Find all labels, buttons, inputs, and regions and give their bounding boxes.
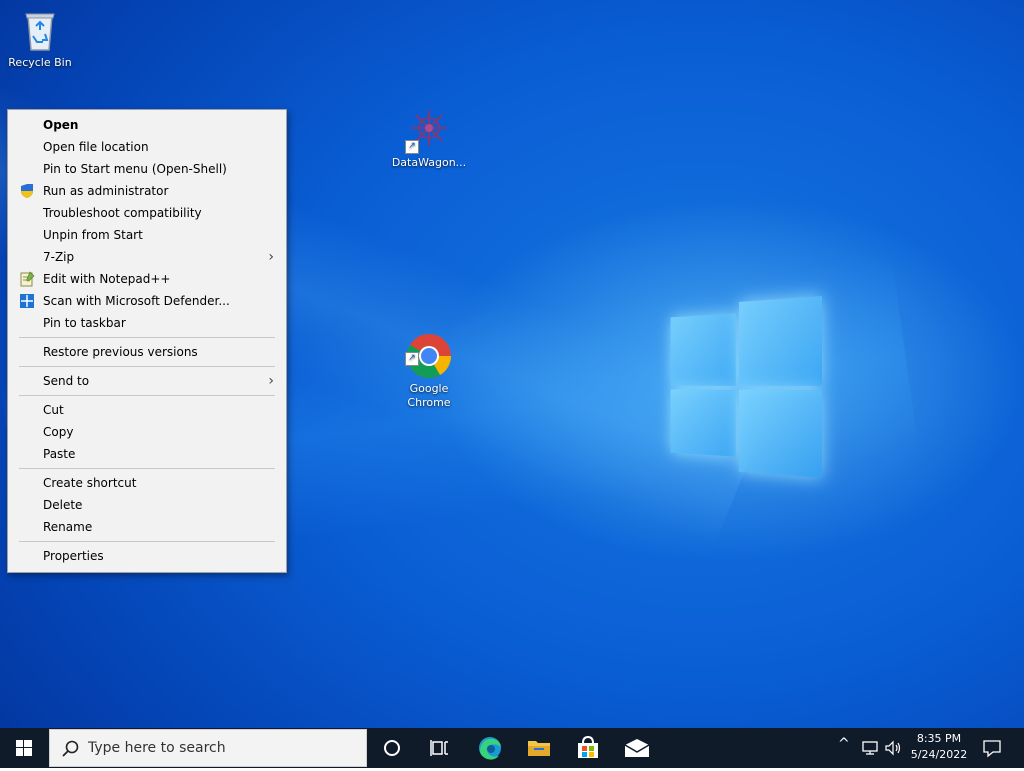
menu-item-label: 7-Zip bbox=[43, 250, 75, 264]
menu-item-rename[interactable]: Rename bbox=[8, 516, 286, 538]
task-view-icon bbox=[430, 740, 448, 756]
menu-item-label: Properties bbox=[43, 549, 104, 563]
desktop-icon-recycle-bin[interactable]: Recycle Bin bbox=[0, 6, 80, 70]
shield-icon bbox=[19, 183, 35, 199]
taskbar: Type here to search ^ 8:35 PM 5/24/2022 bbox=[0, 728, 1024, 768]
menu-separator bbox=[19, 395, 275, 396]
desktop-icon-label: Google Chrome bbox=[407, 382, 451, 409]
menu-item-label: Open file location bbox=[43, 140, 149, 154]
menu-item-open-file-location[interactable]: Open file location bbox=[8, 136, 286, 158]
menu-item-restore-previous-versions[interactable]: Restore previous versions bbox=[8, 341, 286, 363]
defender-icon bbox=[19, 293, 35, 309]
windows-logo-wallpaper bbox=[670, 290, 822, 480]
menu-item-properties[interactable]: Properties bbox=[8, 545, 286, 567]
context-menu: Open Open file location Pin to Start men… bbox=[7, 109, 287, 573]
cortana-icon bbox=[384, 740, 400, 756]
desktop-icon-datawagon[interactable]: ↗ DataWagon... bbox=[389, 106, 469, 170]
menu-item-label: Open bbox=[43, 118, 79, 132]
submenu-arrow-icon: › bbox=[268, 373, 274, 389]
notepad-plus-plus-icon bbox=[19, 271, 35, 287]
menu-item-unpin-from-start[interactable]: Unpin from Start bbox=[8, 224, 286, 246]
menu-item-open[interactable]: Open bbox=[8, 114, 286, 136]
start-button[interactable] bbox=[0, 728, 48, 768]
clock-date: 5/24/2022 bbox=[910, 748, 968, 761]
menu-item-pin-to-taskbar[interactable]: Pin to taskbar bbox=[8, 312, 286, 334]
submenu-arrow-icon: › bbox=[268, 249, 274, 265]
show-hidden-icons-button[interactable]: ^ bbox=[838, 736, 850, 752]
network-icon[interactable] bbox=[862, 739, 880, 760]
shortcut-arrow-icon: ↗ bbox=[405, 352, 419, 366]
search-icon bbox=[62, 740, 79, 757]
menu-item-label: Unpin from Start bbox=[43, 228, 143, 242]
windows-start-icon bbox=[16, 740, 32, 756]
shortcut-arrow-icon: ↗ bbox=[405, 140, 419, 154]
menu-item-7zip[interactable]: 7-Zip › bbox=[8, 246, 286, 268]
menu-item-label: Troubleshoot compatibility bbox=[43, 206, 202, 220]
menu-item-label: Cut bbox=[43, 403, 64, 417]
taskbar-search-box[interactable]: Type here to search bbox=[49, 729, 367, 767]
menu-item-copy[interactable]: Copy bbox=[8, 421, 286, 443]
menu-item-label: Edit with Notepad++ bbox=[43, 272, 171, 286]
datawagon-icon: ↗ bbox=[405, 106, 453, 154]
recycle-bin-icon bbox=[16, 6, 64, 54]
menu-separator bbox=[19, 541, 275, 542]
menu-item-delete[interactable]: Delete bbox=[8, 494, 286, 516]
menu-item-scan-with-defender[interactable]: Scan with Microsoft Defender... bbox=[8, 290, 286, 312]
menu-item-label: Run as administrator bbox=[43, 184, 169, 198]
menu-item-troubleshoot-compatibility[interactable]: Troubleshoot compatibility bbox=[8, 202, 286, 224]
menu-item-send-to[interactable]: Send to › bbox=[8, 370, 286, 392]
menu-item-label: Paste bbox=[43, 447, 76, 461]
search-placeholder: Type here to search bbox=[88, 740, 226, 756]
mail-button[interactable] bbox=[613, 728, 661, 768]
menu-item-paste[interactable]: Paste bbox=[8, 443, 286, 465]
menu-item-cut[interactable]: Cut bbox=[8, 399, 286, 421]
menu-item-label: Scan with Microsoft Defender... bbox=[43, 294, 230, 308]
edge-button[interactable] bbox=[466, 728, 514, 768]
desktop-icon-label: DataWagon... bbox=[391, 156, 467, 169]
menu-item-run-as-administrator[interactable]: Run as administrator bbox=[8, 180, 286, 202]
store-button[interactable] bbox=[564, 728, 612, 768]
file-explorer-icon bbox=[528, 741, 550, 756]
menu-item-create-shortcut[interactable]: Create shortcut bbox=[8, 472, 286, 494]
menu-item-label: Pin to Start menu (Open-Shell) bbox=[43, 162, 227, 176]
menu-item-label: Delete bbox=[43, 498, 83, 512]
volume-icon[interactable] bbox=[884, 739, 904, 760]
menu-item-label: Copy bbox=[43, 425, 74, 439]
menu-item-label: Send to bbox=[43, 374, 90, 388]
menu-item-label: Create shortcut bbox=[43, 476, 137, 490]
file-explorer-button[interactable] bbox=[515, 728, 563, 768]
menu-separator bbox=[19, 468, 275, 469]
chrome-icon: ↗ bbox=[405, 318, 453, 378]
desktop-icon-chrome[interactable]: ↗ Google Chrome bbox=[389, 304, 469, 424]
desktop-icon-label: Recycle Bin bbox=[8, 56, 72, 69]
cortana-button[interactable] bbox=[368, 728, 416, 768]
menu-item-label: Pin to taskbar bbox=[43, 316, 126, 330]
clock-time: 8:35 PM bbox=[916, 732, 962, 745]
clock[interactable]: 8:35 PM 5/24/2022 bbox=[906, 732, 972, 761]
menu-separator bbox=[19, 366, 275, 367]
menu-item-label: Rename bbox=[43, 520, 93, 534]
menu-item-label: Restore previous versions bbox=[43, 345, 198, 359]
menu-item-edit-with-notepad-plus-plus[interactable]: Edit with Notepad++ bbox=[8, 268, 286, 290]
notification-center-icon[interactable] bbox=[982, 738, 1002, 761]
edge-icon bbox=[479, 737, 501, 760]
task-view-button[interactable] bbox=[416, 728, 464, 768]
menu-item-pin-to-start-open-shell[interactable]: Pin to Start menu (Open-Shell) bbox=[8, 158, 286, 180]
menu-separator bbox=[19, 337, 275, 338]
mail-icon bbox=[624, 739, 650, 757]
store-icon bbox=[578, 735, 598, 758]
